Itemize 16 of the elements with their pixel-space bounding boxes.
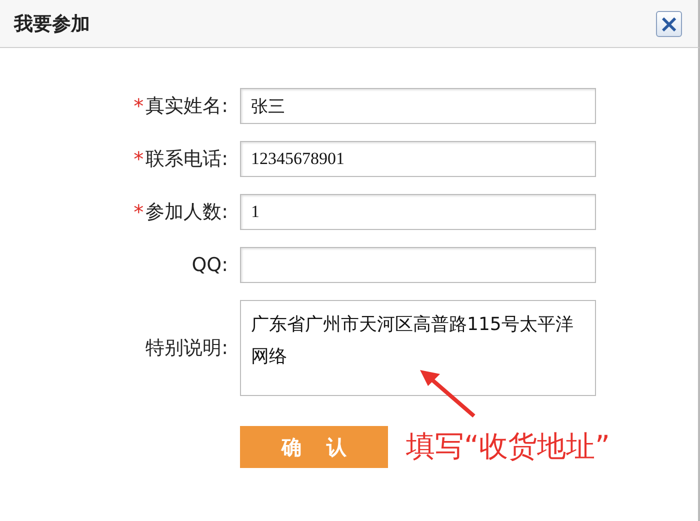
required-mark: * xyxy=(134,94,144,118)
input-field[interactable] xyxy=(240,247,596,283)
field-label: QQ: xyxy=(192,254,228,276)
close-button[interactable]: × xyxy=(656,10,682,36)
field-label: 联系电话: xyxy=(146,147,228,172)
input-field[interactable]: 1 xyxy=(240,194,596,230)
required-mark: * xyxy=(134,147,144,171)
dialog-title: 我要参加 xyxy=(14,12,90,36)
required-mark: * xyxy=(134,200,144,224)
field-label: 特别说明: xyxy=(146,336,228,361)
field-label: 参加人数: xyxy=(146,200,228,225)
input-field[interactable]: 12345678901 xyxy=(240,141,596,177)
input-field[interactable]: 张三 xyxy=(240,88,596,124)
annotation-text: 填写“收货地址” xyxy=(406,428,610,465)
notes-field[interactable]: 广东省广州市天河区高普路115号太平洋网络 xyxy=(240,300,596,396)
field-label: 真实姓名: xyxy=(146,94,228,119)
